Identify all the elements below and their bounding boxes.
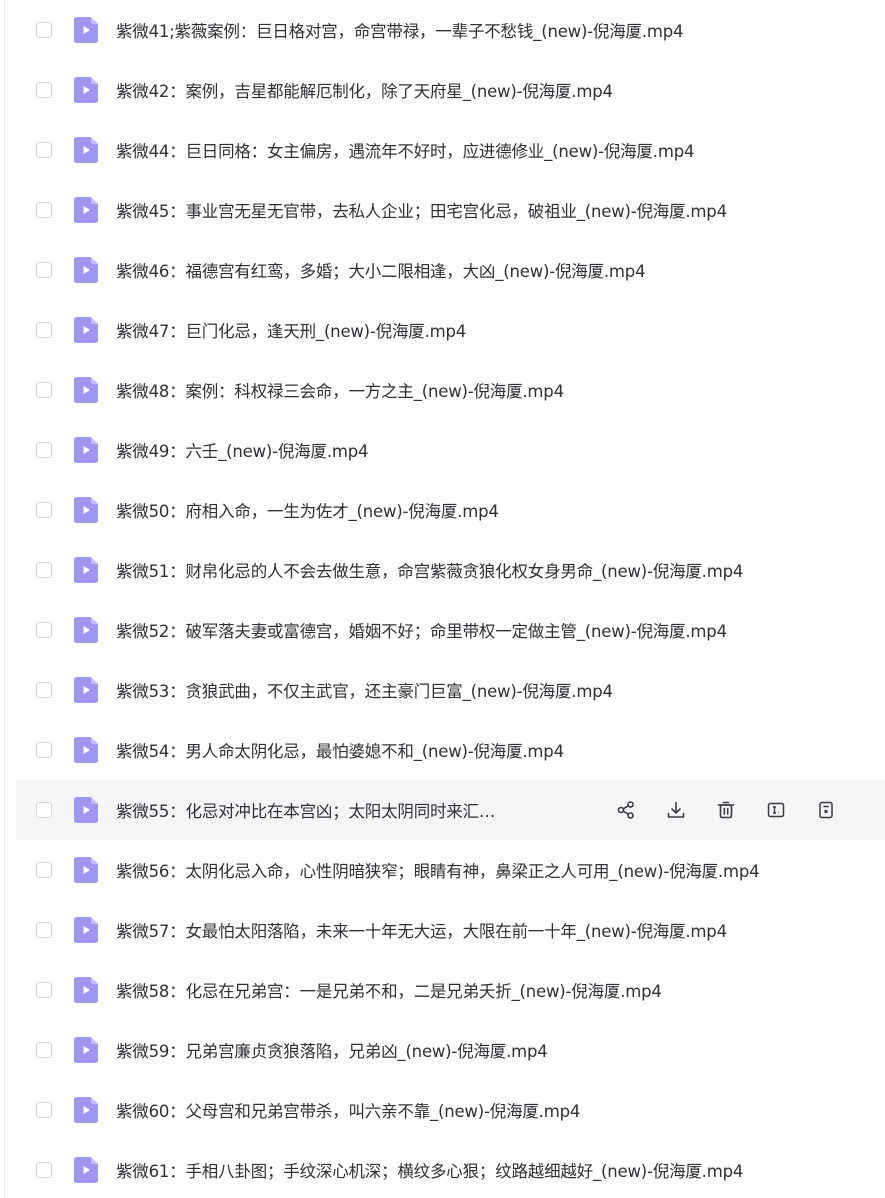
- file-name[interactable]: 紫微46：福德宫有红鸾，多婚；大小二限相逢，大凶_(new)-倪海厦.mp4: [116, 258, 645, 282]
- share-icon[interactable]: [614, 798, 638, 822]
- row-checkbox[interactable]: [36, 682, 52, 698]
- row-checkbox[interactable]: [36, 802, 52, 818]
- file-name[interactable]: 紫微52：破军落夫妻或富德宫，婚姻不好；命里带权一定做主管_(new)-倪海厦.…: [116, 618, 727, 642]
- file-row[interactable]: 紫微52：破军落夫妻或富德宫，婚姻不好；命里带权一定做主管_(new)-倪海厦.…: [16, 600, 885, 660]
- video-file-icon: [74, 77, 98, 103]
- file-row[interactable]: 紫微42：案例，吉星都能解厄制化，除了天府星_(new)-倪海厦.mp4: [16, 60, 885, 120]
- file-row[interactable]: 紫微57：女最怕太阳落陷，未来一十年无大运，大限在前一十年_(new)-倪海厦.…: [16, 900, 885, 960]
- file-name[interactable]: 紫微58：化忌在兄弟宫：一是兄弟不和，二是兄弟夭折_(new)-倪海厦.mp4: [116, 978, 662, 1002]
- file-name[interactable]: 紫微48：案例：科权禄三会命，一方之主_(new)-倪海厦.mp4: [116, 378, 564, 402]
- file-row[interactable]: 紫微59：兄弟宫廉贞贪狼落陷，兄弟凶_(new)-倪海厦.mp4: [16, 1020, 885, 1080]
- video-file-icon: [74, 737, 98, 763]
- video-file-icon: [74, 797, 98, 823]
- video-file-icon: [74, 1157, 98, 1183]
- video-file-icon: [74, 257, 98, 283]
- row-checkbox[interactable]: [36, 922, 52, 938]
- file-row[interactable]: 紫微60：父母宫和兄弟宫带杀，叫六亲不靠_(new)-倪海厦.mp4: [16, 1080, 885, 1140]
- file-name[interactable]: 紫微57：女最怕太阳落陷，未来一十年无大运，大限在前一十年_(new)-倪海厦.…: [116, 918, 727, 942]
- file-row[interactable]: 紫微46：福德宫有红鸾，多婚；大小二限相逢，大凶_(new)-倪海厦.mp4: [16, 240, 885, 300]
- file-name[interactable]: 紫微54：男人命太阴化忌，最怕婆媳不和_(new)-倪海厦.mp4: [116, 738, 564, 762]
- file-row[interactable]: 紫微50：府相入命，一生为佐才_(new)-倪海厦.mp4: [16, 480, 885, 540]
- delete-icon[interactable]: [714, 798, 738, 822]
- row-checkbox[interactable]: [36, 82, 52, 98]
- file-name[interactable]: 紫微49：六壬_(new)-倪海厦.mp4: [116, 438, 368, 462]
- file-row[interactable]: 紫微48：案例：科权禄三会命，一方之主_(new)-倪海厦.mp4: [16, 360, 885, 420]
- file-name[interactable]: 紫微50：府相入命，一生为佐才_(new)-倪海厦.mp4: [116, 498, 499, 522]
- file-name[interactable]: 紫微47：巨门化忌，逢天刑_(new)-倪海厦.mp4: [116, 318, 466, 342]
- video-file-icon: [74, 557, 98, 583]
- video-file-icon: [74, 977, 98, 1003]
- row-checkbox[interactable]: [36, 982, 52, 998]
- file-name[interactable]: 紫微53：贪狼武曲，不仅主武官，还主豪门巨富_(new)-倪海厦.mp4: [116, 678, 613, 702]
- row-checkbox[interactable]: [36, 742, 52, 758]
- more-icon[interactable]: [814, 798, 838, 822]
- row-checkbox[interactable]: [36, 1162, 52, 1178]
- file-list: 紫微41;紫薇案例：巨日格对宫，命宫带禄，一辈子不愁钱_(new)-倪海厦.mp…: [16, 0, 885, 1198]
- video-file-icon: [74, 617, 98, 643]
- row-checkbox[interactable]: [36, 562, 52, 578]
- file-row[interactable]: 紫微58：化忌在兄弟宫：一是兄弟不和，二是兄弟夭折_(new)-倪海厦.mp4: [16, 960, 885, 1020]
- file-row[interactable]: 紫微53：贪狼武曲，不仅主武官，还主豪门巨富_(new)-倪海厦.mp4: [16, 660, 885, 720]
- row-checkbox[interactable]: [36, 262, 52, 278]
- rename-icon[interactable]: [764, 798, 788, 822]
- file-name[interactable]: 紫微55：化忌对冲比在本宫凶；太阳太阴同时来汇，白天...: [116, 798, 506, 822]
- video-file-icon: [74, 497, 98, 523]
- video-file-icon: [74, 677, 98, 703]
- file-name[interactable]: 紫微60：父母宫和兄弟宫带杀，叫六亲不靠_(new)-倪海厦.mp4: [116, 1098, 580, 1122]
- file-row[interactable]: 紫微51：财帛化忌的人不会去做生意，命宫紫薇贪狼化权女身男命_(new)-倪海厦…: [16, 540, 885, 600]
- file-name[interactable]: 紫微44：巨日同格：女主偏房，遇流年不好时，应进德修业_(new)-倪海厦.mp…: [116, 138, 694, 162]
- row-checkbox[interactable]: [36, 382, 52, 398]
- file-name[interactable]: 紫微59：兄弟宫廉贞贪狼落陷，兄弟凶_(new)-倪海厦.mp4: [116, 1038, 548, 1062]
- file-row[interactable]: 紫微41;紫薇案例：巨日格对宫，命宫带禄，一辈子不愁钱_(new)-倪海厦.mp…: [16, 0, 885, 60]
- file-row[interactable]: 紫微61：手相八卦图；手纹深心机深；横纹多心狠；纹路越细越好_(new)-倪海厦…: [16, 1140, 885, 1198]
- video-file-icon: [74, 917, 98, 943]
- video-file-icon: [74, 437, 98, 463]
- row-checkbox[interactable]: [36, 1042, 52, 1058]
- row-checkbox[interactable]: [36, 142, 52, 158]
- video-file-icon: [74, 857, 98, 883]
- row-checkbox[interactable]: [36, 202, 52, 218]
- file-row[interactable]: 紫微49：六壬_(new)-倪海厦.mp4: [16, 420, 885, 480]
- file-name[interactable]: 紫微45：事业宫无星无官带，去私人企业；田宅宫化忌，破祖业_(new)-倪海厦.…: [116, 198, 727, 222]
- row-checkbox[interactable]: [36, 322, 52, 338]
- row-checkbox[interactable]: [36, 1102, 52, 1118]
- file-name[interactable]: 紫微41;紫薇案例：巨日格对宫，命宫带禄，一辈子不愁钱_(new)-倪海厦.mp…: [116, 18, 683, 42]
- video-file-icon: [74, 1037, 98, 1063]
- download-icon[interactable]: [664, 798, 688, 822]
- file-row[interactable]: 紫微45：事业宫无星无官带，去私人企业；田宅宫化忌，破祖业_(new)-倪海厦.…: [16, 180, 885, 240]
- file-row[interactable]: 紫微44：巨日同格：女主偏房，遇流年不好时，应进德修业_(new)-倪海厦.mp…: [16, 120, 885, 180]
- row-checkbox[interactable]: [36, 442, 52, 458]
- file-row[interactable]: 紫微47：巨门化忌，逢天刑_(new)-倪海厦.mp4: [16, 300, 885, 360]
- row-actions: [614, 780, 864, 840]
- video-file-icon: [74, 317, 98, 343]
- file-name[interactable]: 紫微51：财帛化忌的人不会去做生意，命宫紫薇贪狼化权女身男命_(new)-倪海厦…: [116, 558, 743, 582]
- row-checkbox[interactable]: [36, 622, 52, 638]
- row-checkbox[interactable]: [36, 502, 52, 518]
- file-name[interactable]: 紫微61：手相八卦图；手纹深心机深；横纹多心狠；纹路越细越好_(new)-倪海厦…: [116, 1158, 743, 1182]
- video-file-icon: [74, 17, 98, 43]
- file-row[interactable]: 紫微56：太阴化忌入命，心性阴暗狭窄；眼睛有神，鼻梁正之人可用_(new)-倪海…: [16, 840, 885, 900]
- row-checkbox[interactable]: [36, 22, 52, 38]
- file-row[interactable]: 紫微55：化忌对冲比在本宫凶；太阳太阴同时来汇，白天...: [16, 780, 885, 840]
- file-name[interactable]: 紫微56：太阴化忌入命，心性阴暗狭窄；眼睛有神，鼻梁正之人可用_(new)-倪海…: [116, 858, 759, 882]
- video-file-icon: [74, 377, 98, 403]
- video-file-icon: [74, 1097, 98, 1123]
- file-row[interactable]: 紫微54：男人命太阴化忌，最怕婆媳不和_(new)-倪海厦.mp4: [16, 720, 885, 780]
- video-file-icon: [74, 197, 98, 223]
- row-checkbox[interactable]: [36, 862, 52, 878]
- video-file-icon: [74, 137, 98, 163]
- file-name[interactable]: 紫微42：案例，吉星都能解厄制化，除了天府星_(new)-倪海厦.mp4: [116, 78, 613, 102]
- left-divider: [4, 0, 5, 1198]
- file-list-page: 紫微41;紫薇案例：巨日格对宫，命宫带禄，一辈子不愁钱_(new)-倪海厦.mp…: [0, 0, 885, 1198]
